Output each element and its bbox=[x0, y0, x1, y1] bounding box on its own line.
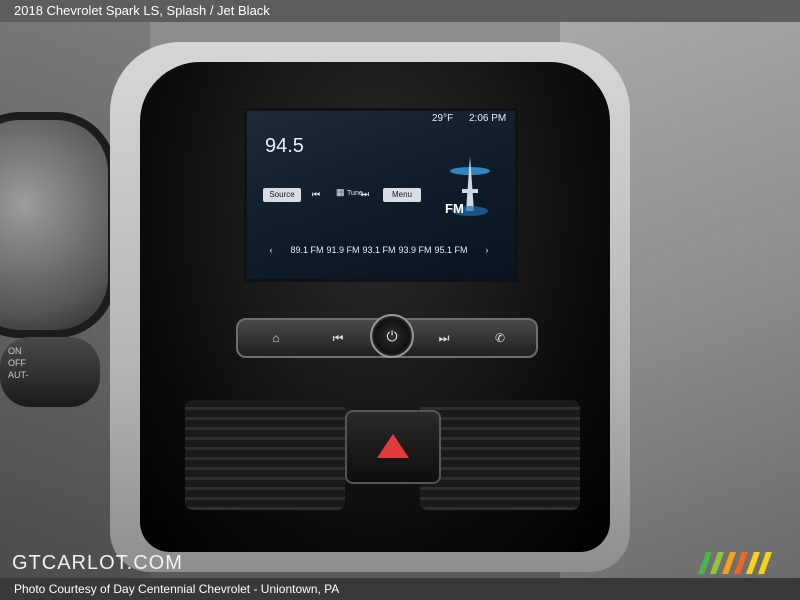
credit-text: Photo Courtesy of Day Centennial Chevrol… bbox=[14, 582, 340, 596]
chevron-left-icon[interactable]: ‹ bbox=[253, 245, 289, 255]
next-track-icon[interactable]: ⏭ bbox=[414, 326, 474, 350]
menu-button[interactable]: Menu bbox=[383, 188, 421, 202]
phone-icon[interactable]: ✆ bbox=[470, 326, 530, 350]
hazard-button[interactable] bbox=[345, 410, 441, 484]
instrument-cluster bbox=[0, 112, 116, 338]
previous-track-icon[interactable]: ⏮ bbox=[308, 326, 368, 350]
watermark-text: GTCARLOT.COM bbox=[12, 552, 183, 574]
power-icon[interactable]: ⏻ bbox=[370, 314, 414, 358]
stalk-label: OFF bbox=[8, 358, 26, 368]
temperature-readout: 29°F bbox=[432, 113, 454, 124]
preset-button[interactable]: 95.1 FM bbox=[433, 245, 469, 255]
stalk-label: AUT- bbox=[8, 370, 29, 380]
clock-readout: 2:06 PM bbox=[469, 113, 507, 124]
radio-button-strip: ⌂ ⏮ ⏻ ⏭ ✆ bbox=[236, 314, 538, 358]
credit-bar: Photo Courtesy of Day Centennial Chevrol… bbox=[0, 578, 800, 600]
home-icon[interactable]: ⌂ bbox=[246, 326, 306, 350]
preset-button[interactable]: 93.9 FM bbox=[397, 245, 433, 255]
light-switch-stalk[interactable]: ON OFF AUT- bbox=[0, 337, 100, 407]
air-vent-right[interactable] bbox=[420, 400, 580, 510]
band-label: FM bbox=[445, 201, 464, 216]
source-button[interactable]: Source bbox=[263, 188, 301, 202]
tune-button[interactable]: ▦ Tune bbox=[336, 187, 363, 198]
caption-bar: 2018 Chevrolet Spark LS, Splash / Jet Bl… bbox=[0, 0, 800, 22]
chevron-right-icon[interactable]: › bbox=[469, 245, 505, 255]
tune-icon: ▦ bbox=[336, 187, 345, 197]
seek-forward-icon[interactable]: ⏭ bbox=[361, 189, 369, 200]
watermark: GTCARLOT.COM bbox=[12, 552, 183, 575]
seek-back-icon[interactable]: ⏮ bbox=[312, 189, 320, 200]
preset-button[interactable]: 91.9 FM bbox=[325, 245, 361, 255]
brand-stripes-icon bbox=[698, 552, 772, 574]
dashboard-photo: ON OFF AUT- 29°F 2:06 PM 94.5 Source ⏮ ▦… bbox=[0, 22, 800, 578]
preset-button[interactable]: 93.1 FM bbox=[361, 245, 397, 255]
stalk-label: ON bbox=[8, 346, 22, 356]
preset-bar: ‹ 89.1 FM 91.9 FM 93.1 FM 93.9 FM 95.1 F… bbox=[253, 241, 505, 259]
caption-text: 2018 Chevrolet Spark LS, Splash / Jet Bl… bbox=[14, 3, 270, 18]
infotainment-screen[interactable]: 29°F 2:06 PM 94.5 Source ⏮ ▦ Tune ⏭ Menu… bbox=[244, 108, 518, 282]
hazard-triangle-icon bbox=[377, 434, 409, 458]
air-vent-left[interactable] bbox=[185, 400, 345, 510]
preset-button[interactable]: 89.1 FM bbox=[289, 245, 325, 255]
frequency-display: 94.5 bbox=[265, 135, 304, 157]
